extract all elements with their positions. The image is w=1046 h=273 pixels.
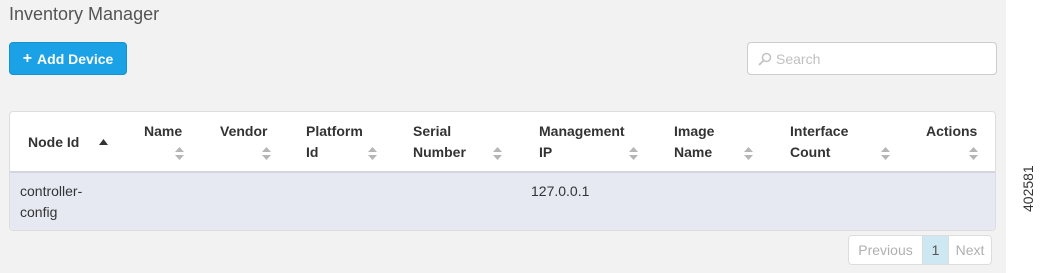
next-page-button[interactable]: Next	[949, 236, 991, 264]
column-label-line2: Name	[674, 144, 713, 160]
figure-id-label: 402581	[1020, 165, 1036, 212]
column-label: Image	[674, 123, 715, 139]
column-header-management-ip[interactable]: Management IP	[518, 112, 652, 171]
sort-icon	[262, 147, 271, 160]
inventory-panel: Inventory Manager + Add Device Node Id N…	[0, 0, 1006, 273]
table-header: Node Id Name Vendor Platform Id Serial N…	[10, 112, 995, 173]
column-label: Node Id	[28, 134, 80, 150]
search-icon	[758, 52, 772, 65]
column-label: Interface	[790, 123, 849, 139]
pagination: Previous 1 Next	[848, 235, 992, 265]
column-label: Actions	[926, 123, 978, 139]
sort-ascending-icon	[99, 139, 108, 145]
column-header-image-name[interactable]: Image Name	[652, 112, 768, 171]
column-header-interface-count[interactable]: Interface Count	[768, 112, 894, 171]
column-header-actions[interactable]: Actions	[894, 112, 995, 171]
sort-icon	[175, 147, 184, 160]
search-box[interactable]	[747, 42, 997, 75]
sort-icon	[744, 147, 753, 160]
sort-icon	[493, 147, 502, 160]
sort-icon	[368, 147, 377, 160]
cell-node-id: controller-	[20, 183, 83, 199]
column-header-node-id[interactable]: Node Id	[10, 112, 130, 171]
page-1-button[interactable]: 1	[923, 236, 949, 264]
search-input[interactable]	[776, 50, 986, 67]
column-header-platform-id[interactable]: Platform Id	[286, 112, 392, 171]
column-label-line2: Number	[413, 144, 466, 160]
cell-management-ip: 127.0.0.1	[531, 183, 590, 199]
add-device-label: Add Device	[37, 50, 114, 67]
cell-node-id-line2: config	[20, 204, 58, 220]
column-label: Vendor	[220, 123, 268, 139]
sort-icon	[629, 147, 638, 160]
previous-page-button[interactable]: Previous	[849, 236, 923, 264]
table-row[interactable]: controller- config 127.0.0.1	[10, 173, 995, 230]
column-label: Name	[144, 123, 183, 139]
column-label: Serial	[413, 123, 452, 139]
sort-icon	[969, 147, 978, 160]
sort-icon	[881, 147, 890, 160]
column-label-line2: Count	[790, 144, 831, 160]
plus-icon: +	[22, 49, 33, 67]
column-label-line2: Id	[306, 144, 319, 160]
inventory-table: Node Id Name Vendor Platform Id Serial N…	[9, 111, 996, 231]
page-title: Inventory Manager	[9, 4, 160, 24]
column-header-serial-number[interactable]: Serial Number	[392, 112, 518, 171]
column-label: Management	[539, 123, 625, 139]
column-header-name[interactable]: Name	[130, 112, 200, 171]
column-label-line2: IP	[539, 144, 553, 160]
column-header-vendor[interactable]: Vendor	[200, 112, 286, 171]
column-label: Platform	[306, 123, 363, 139]
add-device-button[interactable]: + Add Device	[9, 42, 127, 75]
